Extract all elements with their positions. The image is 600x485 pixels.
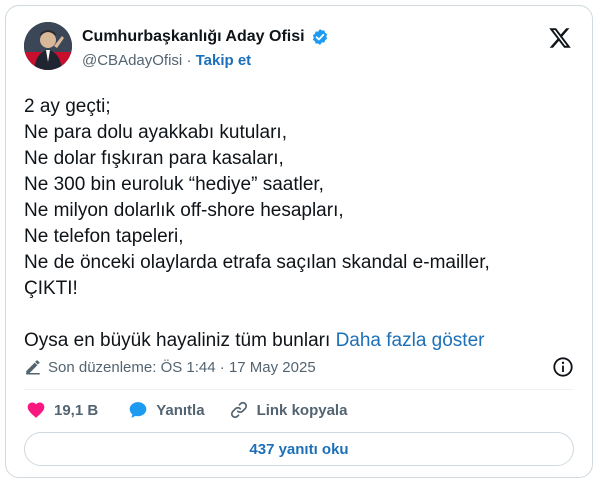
reply-button[interactable]: Yanıtla (128, 400, 205, 420)
follow-button[interactable]: Takip et (196, 52, 252, 69)
pencil-icon (26, 360, 40, 375)
show-more-link[interactable]: Daha fazla göster (336, 330, 485, 351)
heart-icon (27, 402, 45, 418)
avatar[interactable] (24, 22, 72, 70)
reply-label: Yanıtla (156, 401, 205, 419)
divider (24, 389, 574, 390)
account-handle[interactable]: @CBAdayOfisi (82, 52, 182, 69)
post-line-blank (24, 302, 579, 328)
read-replies-button[interactable]: 437 yanıtı oku (24, 432, 574, 466)
like-count: 19,1 B (54, 401, 99, 419)
post-line: ÇIKTI! (24, 278, 78, 299)
post-line: Oysa en büyük hayaliniz tüm bunları (24, 330, 331, 351)
read-replies-label: 437 yanıtı oku (249, 440, 349, 458)
post-line: Ne dolar fışkıran para kasaları, (24, 148, 284, 169)
post-line: Ne 300 bin euroluk “hediye” saatler, (24, 174, 324, 195)
post-line-last: Oysa en büyük hayaliniz tüm bunları Daha… (24, 328, 579, 354)
post-line: Ne de önceki olaylarda etrafa saçılan sk… (24, 252, 490, 273)
account-name[interactable]: Cumhurbaşkanlığı Aday Ofisi (82, 28, 305, 46)
avatar-image (24, 22, 72, 70)
post-line: Ne para dolu ayakkabı kutuları, (24, 122, 287, 143)
post-line: 2 ay geçti; (24, 96, 111, 117)
edited-info[interactable]: Son düzenleme: ÖS 1:44 · 17 May 2025 (24, 358, 316, 376)
handle-separator: · (186, 52, 192, 69)
copy-link-button[interactable]: Link kopyala (229, 400, 348, 420)
info-icon[interactable] (552, 356, 574, 378)
link-icon (230, 401, 247, 419)
like-button[interactable]: 19,1 B (26, 400, 98, 420)
handle-row: @CBAdayOfisi · Takip et (82, 52, 251, 69)
post-card: Cumhurbaşkanlığı Aday Ofisi @CBAdayOfisi… (5, 5, 593, 478)
verified-badge-icon (312, 29, 327, 45)
account-name-row: Cumhurbaşkanlığı Aday Ofisi (82, 28, 329, 46)
x-logo-icon[interactable] (548, 26, 572, 50)
post-line: Ne milyon dolarlık off-shore hesapları, (24, 200, 344, 221)
speech-bubble-icon (129, 402, 147, 418)
post-text: 2 ay geçti; Ne para dolu ayakkabı kutula… (24, 94, 579, 354)
post-line: Ne telefon tapeleri, (24, 226, 184, 247)
edited-timestamp: Son düzenleme: ÖS 1:44 · 17 May 2025 (48, 358, 316, 376)
action-bar: 19,1 B Yanıtla Link kopyala (24, 400, 347, 420)
copy-link-label: Link kopyala (256, 401, 348, 419)
